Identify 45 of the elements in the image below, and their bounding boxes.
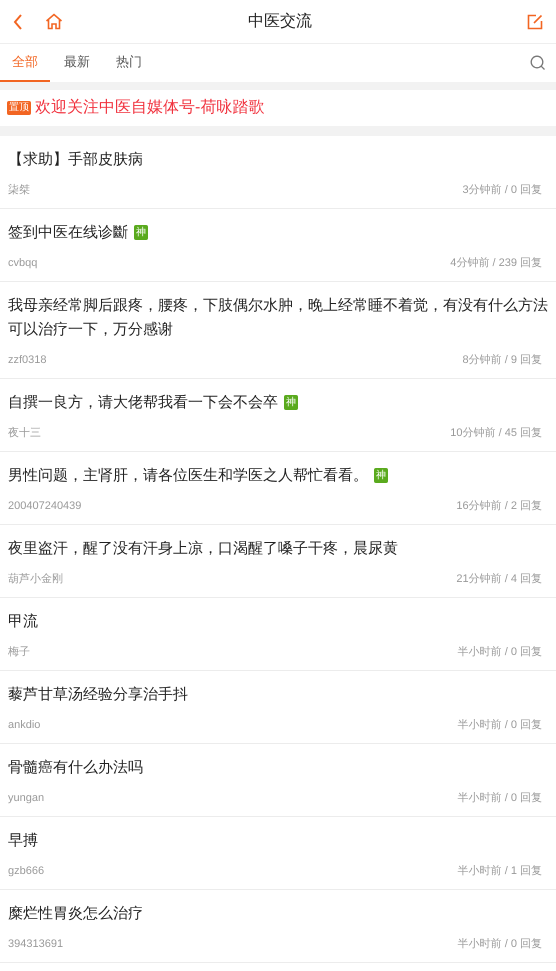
pinned-title: 欢迎关注中医自媒体号-荷咏踏歌 xyxy=(35,98,264,118)
post-title[interactable]: 藜芦甘草汤经验分享治手抖 xyxy=(8,683,188,707)
post-title[interactable]: 骨髓癌有什么办法吗 xyxy=(8,756,143,780)
post-title[interactable]: 男性问题，主肾肝，请各位医生和学医之人帮忙看看。 xyxy=(8,464,368,488)
post-title[interactable]: 糜烂性胃炎怎么治疗 xyxy=(8,902,143,926)
post-meta: 半小时前 / 0 回复 xyxy=(458,791,543,806)
post-meta: 10分钟前 / 45 回复 xyxy=(450,426,543,441)
author-name: gzb666 xyxy=(8,864,44,879)
search-button[interactable] xyxy=(530,55,546,71)
post-badge: 神 xyxy=(134,225,148,240)
author-name: 394313691 xyxy=(8,937,64,952)
post-title[interactable]: 早搏 xyxy=(8,829,38,853)
pinned-post[interactable]: 置顶 欢迎关注中医自媒体号-荷咏踏歌 xyxy=(0,90,556,126)
tab[interactable]: 热门 xyxy=(104,44,154,82)
post-meta: 8分钟前 / 9 回复 xyxy=(462,353,543,368)
tab[interactable]: 最新 xyxy=(52,44,102,82)
author-name: 200407240439 xyxy=(8,499,82,514)
post-badge: 神 xyxy=(284,395,298,410)
author-name: zzf0318 xyxy=(8,353,47,368)
post-meta: 21分钟前 / 4 回复 xyxy=(456,572,543,587)
author-name: 夜十三 xyxy=(8,426,41,441)
compose-button[interactable] xyxy=(526,12,544,30)
author-name: cvbqq xyxy=(8,256,38,271)
author-name: 梅子 xyxy=(8,645,30,660)
post-badge: 神 xyxy=(374,468,388,483)
post-meta: 4分钟前 / 239 回复 xyxy=(450,256,543,271)
post-title[interactable]: 自撰一良方，请大佬帮我看一下会不会卒 xyxy=(8,391,278,415)
post-meta: 半小时前 / 0 回复 xyxy=(458,645,543,660)
post-title[interactable]: 我母亲经常脚后跟疼，腰疼，下肢偶尔水肿，晚上经常睡不着觉，有没有什么方法可以治疗一下，万分感谢 xyxy=(8,294,548,342)
post-title[interactable]: 甲流 xyxy=(8,610,38,634)
home-button[interactable] xyxy=(44,12,64,32)
post-meta: 半小时前 / 0 回复 xyxy=(458,718,543,733)
post-title[interactable]: 【求助】手部皮肤病 xyxy=(8,148,143,172)
author-name: ankdio xyxy=(8,718,40,733)
post-meta: 16分钟前 / 2 回复 xyxy=(456,499,543,514)
post-title[interactable]: 夜里盗汗，醒了没有汗身上凉，口渴醒了嗓子干疼，晨尿黄 xyxy=(8,537,398,561)
pinned-badge: 置顶 xyxy=(7,101,31,115)
post-title[interactable]: 签到中医在线诊斷 xyxy=(8,221,128,245)
post-meta: 半小时前 / 0 回复 xyxy=(458,937,543,952)
author-name: 柒桀 xyxy=(8,182,30,198)
author-name: 葫芦小金刚 xyxy=(8,572,63,587)
author-name: yungan xyxy=(8,791,44,806)
post-meta: 半小时前 / 1 回复 xyxy=(458,864,543,879)
page-title: 中医交流 xyxy=(248,12,312,30)
post-meta: 3分钟前 / 0 回复 xyxy=(462,183,543,198)
